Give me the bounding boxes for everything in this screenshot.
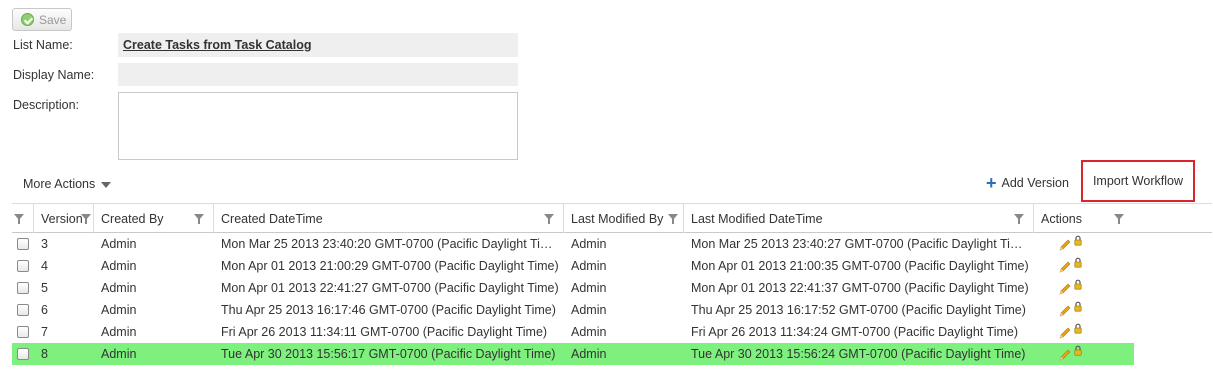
version-cell: 6 [41, 303, 48, 317]
created-by-cell: Admin [101, 281, 137, 295]
column-last-modified-by-label: Last Modified By [571, 211, 664, 226]
created-datetime-cell: Mon Mar 25 2013 23:40:20 GMT-0700 (Pacif… [221, 237, 559, 251]
lock-icon[interactable] [1074, 235, 1082, 246]
plus-icon: + [986, 173, 997, 193]
last-modified-datetime-cell: Mon Apr 01 2013 21:00:35 GMT-0700 (Pacif… [691, 259, 1029, 273]
version-cell: 8 [41, 347, 48, 361]
description-label: Description: [13, 98, 79, 112]
filter-icon[interactable] [1014, 214, 1024, 224]
grid-header: Version Created By Created DateTime Last… [12, 203, 1212, 233]
more-actions-label: More Actions [23, 177, 96, 191]
select-all-column[interactable] [12, 204, 34, 233]
created-by-cell: Admin [101, 237, 137, 251]
column-last-modified-datetime-label: Last Modified DateTime [691, 211, 823, 226]
table-row[interactable]: 5 Admin Mon Apr 01 2013 22:41:27 GMT-0700 … [12, 277, 1134, 299]
lock-icon[interactable] [1074, 323, 1082, 334]
lock-icon[interactable] [1074, 345, 1082, 356]
table-row[interactable]: 6 Admin Thu Apr 25 2013 16:17:46 GMT-0700 … [12, 299, 1134, 321]
created-datetime-cell: Mon Apr 01 2013 21:00:29 GMT-0700 (Pacif… [221, 259, 559, 273]
chevron-down-icon [101, 182, 112, 188]
filter-icon[interactable] [544, 214, 554, 224]
last-modified-by-cell: Admin [571, 259, 607, 273]
version-cell: 3 [41, 237, 48, 251]
save-button[interactable]: Save [12, 8, 72, 31]
column-last-modified-datetime[interactable]: Last Modified DateTime [684, 204, 1034, 233]
last-modified-by-cell: Admin [571, 281, 607, 295]
last-modified-datetime-cell: Tue Apr 30 2013 15:56:24 GMT-0700 (Pacif… [691, 347, 1026, 361]
table-row[interactable]: 7 Admin Fri Apr 26 2013 11:34:11 GMT-0700 … [12, 321, 1134, 343]
lock-icon[interactable] [1074, 257, 1082, 268]
created-datetime-cell: Thu Apr 25 2013 16:17:46 GMT-0700 (Pacif… [221, 303, 556, 317]
column-created-by[interactable]: Created By [94, 204, 214, 233]
lock-icon[interactable] [1074, 279, 1082, 290]
version-cell: 4 [41, 259, 48, 273]
version-cell: 5 [41, 281, 48, 295]
column-version-label: Version [41, 211, 83, 226]
save-button-label: Save [39, 12, 67, 27]
last-modified-by-cell: Admin [571, 303, 607, 317]
add-version-button[interactable]: + Add Version [986, 173, 1069, 193]
created-by-cell: Admin [101, 303, 137, 317]
created-datetime-cell: Mon Apr 01 2013 22:41:27 GMT-0700 (Pacif… [221, 281, 559, 295]
pencil-icon[interactable] [1058, 304, 1072, 318]
column-actions[interactable]: Actions [1034, 204, 1134, 233]
created-datetime-cell: Tue Apr 30 2013 15:56:17 GMT-0700 (Pacif… [221, 347, 556, 361]
filter-icon[interactable] [668, 214, 678, 224]
filter-icon[interactable] [14, 214, 24, 224]
pencil-icon[interactable] [1058, 260, 1072, 274]
add-version-label: Add Version [1001, 176, 1069, 190]
filter-icon[interactable] [81, 214, 91, 224]
table-row[interactable]: 4 Admin Mon Apr 01 2013 21:00:29 GMT-0700 … [12, 255, 1134, 277]
row-checkbox[interactable] [17, 326, 29, 338]
row-checkbox[interactable] [17, 260, 29, 272]
created-by-cell: Admin [101, 347, 137, 361]
list-name-label: List Name: [13, 38, 73, 52]
filter-icon[interactable] [1114, 214, 1124, 224]
last-modified-datetime-cell: Mon Apr 01 2013 22:41:37 GMT-0700 (Pacif… [691, 281, 1029, 295]
column-created-datetime-label: Created DateTime [221, 211, 323, 226]
created-by-cell: Admin [101, 325, 137, 339]
row-checkbox[interactable] [17, 282, 29, 294]
row-checkbox[interactable] [17, 304, 29, 316]
created-datetime-cell: Fri Apr 26 2013 11:34:11 GMT-0700 (Pacif… [221, 325, 548, 339]
pencil-icon[interactable] [1058, 326, 1072, 340]
import-workflow-button[interactable]: Import Workflow [1081, 160, 1195, 202]
pencil-icon[interactable] [1058, 238, 1072, 252]
list-name-value[interactable]: Create Tasks from Task Catalog [123, 38, 312, 52]
version-cell: 7 [41, 325, 48, 339]
last-modified-by-cell: Admin [571, 237, 607, 251]
filter-icon[interactable] [194, 214, 204, 224]
created-by-cell: Admin [101, 259, 137, 273]
pencil-icon[interactable] [1058, 282, 1072, 296]
row-checkbox[interactable] [17, 348, 29, 360]
description-textarea[interactable] [118, 92, 518, 160]
display-name-field[interactable] [118, 63, 518, 86]
column-created-by-label: Created By [101, 211, 164, 226]
last-modified-datetime-cell: Fri Apr 26 2013 11:34:24 GMT-0700 (Pacif… [691, 325, 1019, 339]
column-last-modified-by[interactable]: Last Modified By [564, 204, 684, 233]
column-created-datetime[interactable]: Created DateTime [214, 204, 564, 233]
last-modified-by-cell: Admin [571, 325, 607, 339]
row-checkbox[interactable] [17, 238, 29, 250]
table-row[interactable]: 3 Admin Mon Mar 25 2013 23:40:20 GMT-0700 … [12, 233, 1134, 255]
lock-icon[interactable] [1074, 301, 1082, 312]
column-actions-label: Actions [1041, 211, 1082, 226]
check-circle-icon [21, 13, 34, 26]
last-modified-datetime-cell: Thu Apr 25 2013 16:17:52 GMT-0700 (Pacif… [691, 303, 1026, 317]
table-row[interactable]: 8 Admin Tue Apr 30 2013 15:56:17 GMT-0700 … [12, 343, 1134, 365]
last-modified-datetime-cell: Mon Mar 25 2013 23:40:27 GMT-0700 (Pacif… [691, 237, 1029, 251]
pencil-icon[interactable] [1058, 348, 1072, 362]
more-actions-menu[interactable]: More Actions [23, 177, 112, 191]
import-workflow-label: Import Workflow [1092, 174, 1184, 188]
last-modified-by-cell: Admin [571, 347, 607, 361]
column-version[interactable]: Version [34, 204, 94, 233]
display-name-label: Display Name: [13, 68, 95, 82]
